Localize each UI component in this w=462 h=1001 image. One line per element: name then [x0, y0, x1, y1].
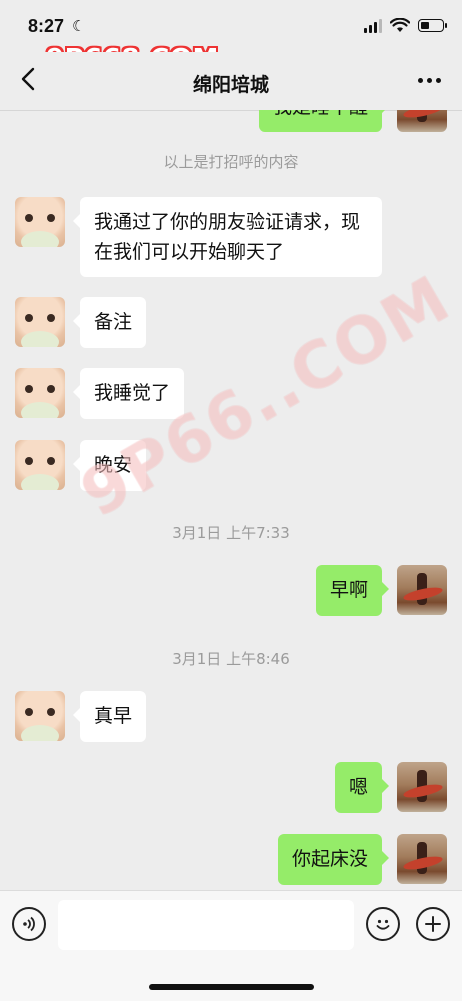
contact-avatar[interactable] — [15, 297, 65, 347]
more-options-button[interactable] — [414, 66, 444, 94]
message-bubble[interactable]: 我是睡不醒 — [258, 110, 390, 132]
emoji-button[interactable] — [366, 907, 400, 941]
my-avatar[interactable] — [397, 110, 447, 132]
message-bubble[interactable]: 我通过了你的朋友验证请求，现在我们可以开始聊天了 — [73, 197, 382, 277]
message-bubble[interactable]: 我睡觉了 — [72, 368, 185, 419]
contact-avatar[interactable] — [15, 197, 65, 247]
more-dots-icon — [417, 77, 423, 83]
home-indicator — [149, 984, 314, 990]
message-bubble[interactable]: 备注 — [72, 297, 147, 348]
message-bubble[interactable]: 嗯 — [334, 762, 390, 813]
my-avatar[interactable] — [397, 762, 447, 812]
status-icons — [364, 18, 447, 33]
system-notice: 以上是打招呼的内容 — [163, 153, 299, 171]
message-bubble[interactable]: 早啊 — [315, 565, 390, 616]
timestamp: 3月1日 上午8:46 — [172, 650, 290, 668]
contact-avatar[interactable] — [15, 691, 65, 741]
my-avatar[interactable] — [397, 565, 447, 615]
battery-level — [421, 22, 429, 29]
timestamp: 3月1日 上午7:33 — [172, 524, 290, 542]
message-bubble[interactable]: 真早 — [72, 691, 147, 742]
my-avatar[interactable] — [397, 834, 447, 884]
contact-avatar[interactable] — [15, 368, 65, 418]
message-input[interactable] — [58, 900, 354, 950]
chat-title: 绵阳培城 — [192, 74, 269, 96]
nav-bar: 绵阳培城 — [0, 52, 462, 111]
contact-avatar[interactable] — [15, 440, 65, 490]
moon-icon: ☾ — [72, 17, 86, 35]
message-bubble[interactable]: 晚安 — [72, 440, 147, 491]
input-bar — [0, 890, 462, 1001]
cellular-signal-icon — [364, 18, 382, 33]
plus-icon — [425, 916, 441, 932]
status-time: 8:27 — [28, 16, 65, 36]
voice-button[interactable] — [12, 907, 46, 941]
battery-icon — [418, 19, 447, 32]
voice-icon — [23, 916, 35, 932]
chat-area[interactable]: 我是睡不醒 以上是打招呼的内容 我通过了你的朋友验证请求，现在我们可以开始聊天了… — [0, 110, 462, 890]
more-functions-button[interactable] — [416, 907, 450, 941]
message-bubble[interactable]: 你起床没 — [277, 834, 390, 885]
emoji-icon — [376, 919, 390, 930]
wifi-icon — [390, 18, 410, 32]
